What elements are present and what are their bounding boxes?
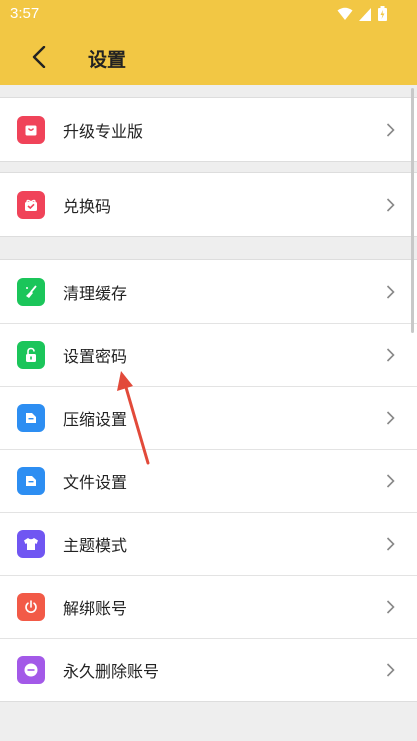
redeem-code-label: 兑换码 [63,196,112,216]
battery-icon [378,6,387,25]
settings-group-redeem: 兑换码 [0,172,417,237]
chevron-right-icon [383,473,397,488]
chevron-right-icon [383,410,397,425]
shopping-bag-icon [17,115,45,144]
unbind-account-item[interactable]: 解绑账号 [0,575,417,638]
broom-icon [17,277,45,306]
status-bar: 3:57 [0,0,417,28]
settings-group-upgrade: 升级专业版 [0,97,417,162]
folder-icon [17,403,45,432]
set-password-label: 设置密码 [63,346,128,366]
lock-icon [17,340,45,369]
power-icon [17,592,45,621]
delete-account-label: 永久删除账号 [63,661,160,681]
delete-account-item[interactable]: 永久删除账号 [0,638,417,701]
page-title: 设置 [88,49,127,71]
upgrade-pro-item[interactable]: 升级专业版 [0,98,417,161]
app-bar: 3:57 设置 [0,0,417,85]
compress-settings-label: 压缩设置 [63,409,128,429]
chevron-right-icon [383,347,397,362]
file-settings-label: 文件设置 [63,472,128,492]
chevron-right-icon [383,122,397,137]
status-time: 3:57 [10,5,40,22]
unbind-account-label: 解绑账号 [63,598,128,618]
chevron-right-icon [383,662,397,677]
status-icons [337,6,387,25]
back-arrow-icon [32,46,46,68]
redeem-code-item[interactable]: 兑换码 [0,173,417,236]
theme-mode-label: 主题模式 [63,535,128,555]
shirt-icon [17,529,45,558]
chevron-right-icon [383,599,397,614]
set-password-item[interactable]: 设置密码 [0,323,417,386]
file-settings-item[interactable]: 文件设置 [0,449,417,512]
compress-settings-item[interactable]: 压缩设置 [0,386,417,449]
chevron-right-icon [383,536,397,551]
chevron-right-icon [383,284,397,299]
wifi-icon [337,6,353,25]
gift-icon [17,190,45,219]
theme-mode-item[interactable]: 主题模式 [0,512,417,575]
clear-cache-item[interactable]: 清理缓存 [0,260,417,323]
settings-group-general: 清理缓存 设置密码 压缩设置 文件设置 主题模式 解绑账号 永久删除账号 [0,259,417,702]
clear-cache-label: 清理缓存 [63,283,128,303]
minus-circle-icon [17,655,45,684]
upgrade-pro-label: 升级专业版 [63,121,144,141]
back-button[interactable] [22,40,56,74]
signal-icon [359,6,372,25]
scrollbar[interactable] [411,88,414,333]
chevron-right-icon [383,197,397,212]
folder-icon [17,466,45,495]
